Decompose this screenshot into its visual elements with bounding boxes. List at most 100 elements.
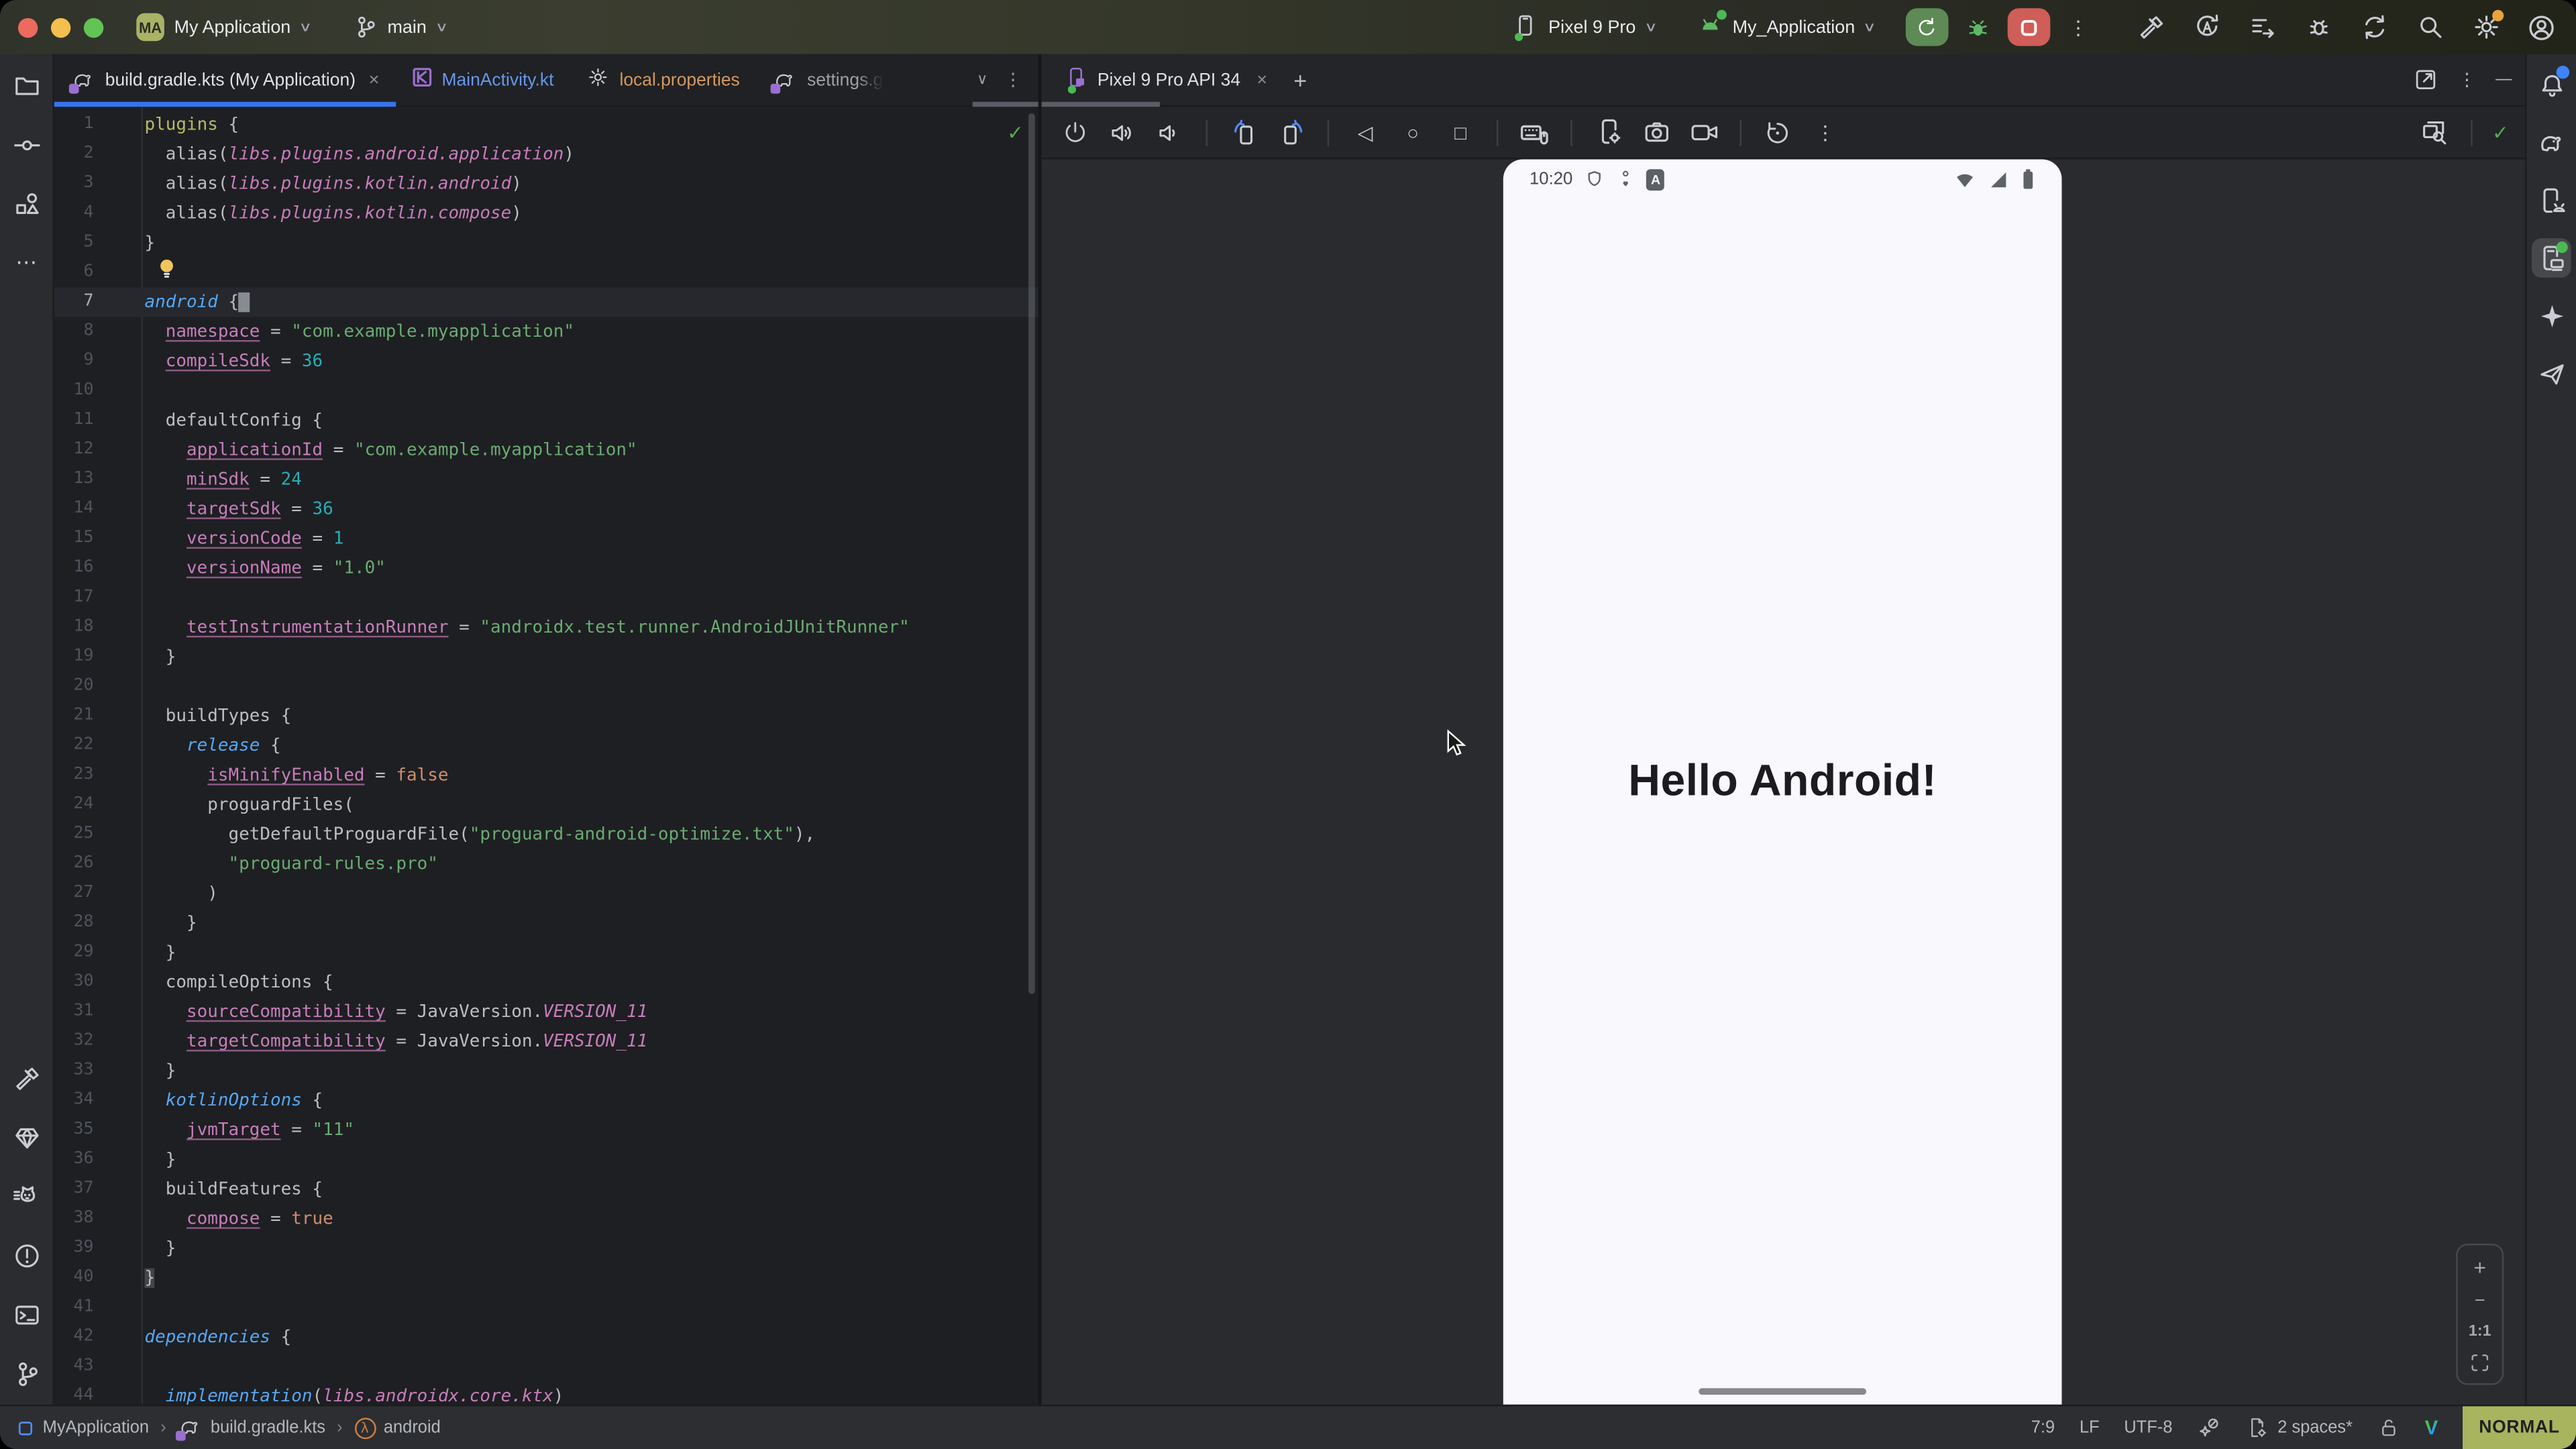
screen-record-button[interactable]: [1687, 116, 1720, 149]
show-hidden-tabs-button[interactable]: ∨: [977, 70, 987, 89]
version-control-tool-button[interactable]: [7, 1354, 46, 1393]
tab-strip-scrollbar[interactable]: [973, 102, 1038, 107]
add-device-tab-button[interactable]: +: [1293, 66, 1307, 93]
battery-icon: [2021, 168, 2035, 191]
commit-tool-button[interactable]: [7, 125, 46, 164]
line-number: 9: [54, 347, 94, 376]
vim-mode-badge[interactable]: NORMAL: [2463, 1406, 2576, 1449]
power-button[interactable]: [1058, 116, 1091, 149]
panel-options-button[interactable]: ⋮: [2458, 69, 2475, 91]
tab-mainactivity[interactable]: MainActivity.kt: [396, 54, 570, 105]
open-in-window-icon[interactable]: [2414, 67, 2438, 92]
overview-button[interactable]: □: [1444, 116, 1477, 149]
code-line: 28 }: [54, 908, 1038, 938]
breadcrumb-module[interactable]: MyApplication: [16, 1419, 149, 1437]
zoom-out-button[interactable]: −: [2475, 1291, 2485, 1311]
attach-debugger-button[interactable]: [2300, 9, 2337, 45]
line-ending-widget[interactable]: LF: [2080, 1419, 2100, 1437]
code-line: 25 getDefaultProguardFile("proguard-andr…: [54, 820, 1038, 849]
line-number: 38: [54, 1204, 94, 1234]
caret-position-widget[interactable]: 7:9: [2031, 1419, 2055, 1437]
code-lines: 1plugins {2 alias(libs.plugins.android.a…: [54, 110, 1038, 1405]
inspections-ok-icon[interactable]: ✓: [1007, 121, 1024, 144]
reset-button[interactable]: [1761, 116, 1794, 149]
lock-widget[interactable]: [2377, 1416, 2400, 1439]
editor-options-button[interactable]: ⋮: [1004, 69, 1022, 91]
line-number: 20: [54, 672, 94, 702]
rotate-left-button[interactable]: [1227, 116, 1260, 149]
minimize-window-button[interactable]: [51, 17, 70, 37]
close-icon[interactable]: ×: [1257, 70, 1267, 89]
rerun-button[interactable]: [1906, 8, 1949, 46]
project-tool-button[interactable]: [7, 66, 46, 105]
resource-manager-tool-button[interactable]: [7, 184, 46, 223]
rotate-right-button[interactable]: [1275, 116, 1307, 149]
device-tab-bar: Pixel 9 Pro API 34 × + ⋮ —: [1042, 54, 2525, 107]
volume-up-button[interactable]: [1106, 116, 1138, 149]
logcat-tool-button[interactable]: [7, 1176, 46, 1216]
build-tool-button[interactable]: [7, 1058, 46, 1097]
run-configuration-selector[interactable]: My_Application ∨: [1686, 7, 1884, 47]
ui-check-button[interactable]: [2418, 116, 2451, 149]
project-widget[interactable]: MA My Application ∨: [127, 8, 320, 46]
line-number: 28: [54, 908, 94, 938]
zoom-actual-size-button[interactable]: 1:1: [2469, 1322, 2491, 1340]
profile-button[interactable]: [2524, 9, 2560, 45]
emulator-screen[interactable]: 10:20 A Hello Android!: [1503, 160, 2062, 1405]
debug-button[interactable]: [1960, 9, 1996, 45]
device-manager-tool-button[interactable]: [2532, 180, 2571, 220]
assistant-tool-button[interactable]: [2532, 354, 2571, 393]
problems-tool-button[interactable]: [7, 1236, 46, 1275]
device-settings-button[interactable]: [1592, 116, 1625, 149]
hide-panel-button[interactable]: —: [2496, 70, 2512, 89]
breadcrumb-file[interactable]: build.gradle.kts: [178, 1416, 325, 1439]
apply-code-changes-button[interactable]: [2244, 9, 2280, 45]
gradle-tool-button[interactable]: [2532, 123, 2571, 163]
maximize-window-button[interactable]: [84, 17, 103, 37]
close-icon[interactable]: ×: [369, 70, 380, 89]
intention-bulb-icon[interactable]: [158, 258, 176, 289]
build-button[interactable]: [2133, 9, 2169, 45]
running-devices-tool-button[interactable]: [2532, 238, 2571, 278]
terminal-tool-button[interactable]: [7, 1295, 46, 1334]
stop-button[interactable]: [2008, 8, 2051, 46]
device-more-actions-button[interactable]: ⋮: [1809, 116, 1841, 149]
zoom-in-button[interactable]: +: [2473, 1255, 2486, 1280]
code-line: 27 ): [54, 879, 1038, 908]
back-button[interactable]: ◁: [1349, 116, 1382, 149]
tab-settings-gradle[interactable]: settings.g: [756, 54, 900, 105]
editor-scrollbar[interactable]: [1028, 113, 1035, 994]
hardware-input-button[interactable]: [1518, 116, 1551, 149]
close-window-button[interactable]: [18, 17, 38, 37]
line-number: 41: [54, 1293, 94, 1322]
code-editor[interactable]: 1plugins {2 alias(libs.plugins.android.a…: [54, 107, 1038, 1405]
search-everywhere-button[interactable]: [2412, 9, 2448, 45]
encoding-widget[interactable]: UTF-8: [2124, 1419, 2172, 1437]
code-line: 36 }: [54, 1145, 1038, 1175]
breadcrumb-element[interactable]: λ android: [354, 1417, 441, 1438]
gesture-navigation-handle[interactable]: [1699, 1388, 1866, 1395]
tab-local-properties[interactable]: local.properties: [570, 54, 756, 105]
screenshot-button[interactable]: [1640, 116, 1672, 149]
zoom-fit-icon[interactable]: [2469, 1352, 2491, 1374]
apply-changes-restart-button[interactable]: [2188, 9, 2224, 45]
search-icon: [2416, 13, 2444, 42]
app-quality-insights-tool-button[interactable]: [7, 1117, 46, 1157]
gemini-tool-button[interactable]: [2532, 296, 2571, 335]
device-tab[interactable]: Pixel 9 Pro API 34 ×: [1055, 66, 1277, 94]
more-tool-windows-button[interactable]: ⋯: [7, 243, 46, 282]
notifications-button[interactable]: [2532, 66, 2571, 105]
ai-assistant-status-widget[interactable]: [2197, 1415, 2222, 1440]
settings-button[interactable]: [2467, 9, 2504, 45]
sync-project-button[interactable]: [2356, 9, 2392, 45]
line-number: 26: [54, 849, 94, 879]
volume-down-button[interactable]: [1153, 116, 1186, 149]
indent-widget[interactable]: 2 spaces*: [2247, 1416, 2353, 1439]
device-tab-scrollbar[interactable]: [1042, 102, 1160, 107]
run-more-actions-button[interactable]: ⋮: [2061, 11, 2094, 44]
ideavim-icon[interactable]: V: [2425, 1416, 2438, 1439]
home-button[interactable]: ○: [1397, 116, 1430, 149]
tab-build-gradle[interactable]: build.gradle.kts (My Application) ×: [54, 54, 396, 105]
device-selector[interactable]: Pixel 9 Pro ∨: [1504, 7, 1665, 47]
vcs-branch-widget[interactable]: main ∨: [343, 10, 455, 44]
